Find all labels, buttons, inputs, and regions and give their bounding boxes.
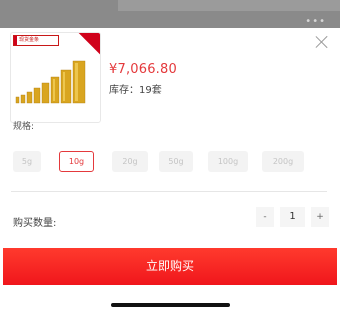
sku-sheet: 现货金条 ¥7,066.80 库存：19套 规格: 5g 10g 20g 50g…	[0, 28, 340, 311]
spec-option-20g[interactable]: 20g	[112, 151, 148, 172]
gold-bars-image	[15, 60, 86, 104]
brand-badge: 现货金条	[13, 35, 59, 46]
divider	[11, 191, 327, 192]
home-indicator	[111, 303, 230, 307]
buy-now-button[interactable]: 立即购买	[3, 248, 337, 285]
quantity-value[interactable]: 1	[280, 207, 305, 227]
product-thumbnail: 现货金条	[10, 32, 101, 123]
quantity-label: 购买数量:	[13, 218, 57, 229]
spec-option-50g[interactable]: 50g	[159, 151, 193, 172]
more-icon: •••	[305, 16, 326, 27]
spec-option-5g[interactable]: 5g	[13, 151, 41, 172]
brand-label: 现货金条	[19, 37, 40, 43]
product-price: ¥7,066.80	[109, 62, 177, 77]
stock-count: 库存：19套	[109, 85, 162, 96]
spec-label: 规格:	[13, 122, 35, 132]
close-icon[interactable]	[315, 35, 329, 49]
quantity-stepper: - 1 +	[256, 207, 329, 227]
spec-option-100g[interactable]: 100g	[208, 151, 248, 172]
dimmed-header	[118, 0, 340, 11]
decrease-button[interactable]: -	[256, 207, 274, 227]
increase-button[interactable]: +	[311, 207, 329, 227]
dimmed-page: •••	[0, 0, 340, 28]
spec-option-200g[interactable]: 200g	[262, 151, 304, 172]
spec-option-10g[interactable]: 10g	[59, 151, 94, 172]
